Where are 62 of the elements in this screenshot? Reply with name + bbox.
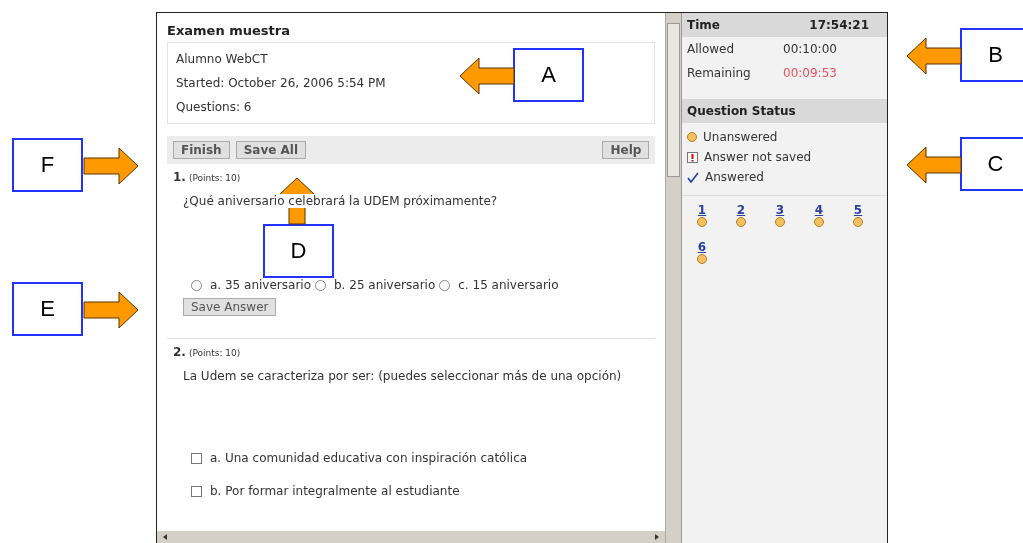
allowed-label: Allowed [687, 41, 736, 57]
time-label: Time [687, 18, 720, 32]
question-link[interactable]: 6 [697, 241, 707, 254]
callout-label: A [513, 48, 584, 102]
callout-label: B [960, 28, 1023, 82]
exclamation-icon [687, 151, 698, 163]
exam-title: Examen muestra [167, 23, 291, 38]
circle-icon [853, 217, 863, 227]
option-label: a. 35 aniversario [210, 278, 311, 292]
radio-button[interactable] [191, 279, 202, 291]
circle-icon [814, 217, 824, 227]
remaining-label: Remaining [687, 65, 752, 81]
checkbox[interactable] [191, 485, 202, 497]
question-points: (Points: 10) [188, 348, 241, 358]
checkbox[interactable] [191, 452, 202, 464]
remaining-time: 00:09:53 [783, 65, 837, 81]
block-arrow [906, 36, 962, 76]
option-label: b. Por formar integralmente al estudiante [210, 484, 460, 498]
toolbar-button[interactable]: Finish [173, 141, 230, 159]
callout-label: E [12, 282, 83, 336]
callout-label: D [263, 224, 334, 278]
question-link[interactable]: 2 [736, 204, 746, 217]
block-arrow [906, 145, 962, 185]
option-label: b. 25 aniversario [334, 278, 436, 292]
callout-label: F [12, 138, 83, 192]
option-label: a. Una comunidad educativa con inspiración católica [210, 451, 528, 465]
legend-label: Unanswered [703, 129, 778, 146]
block-arrow [459, 56, 515, 96]
question-number: 1. [173, 170, 186, 184]
toolbar-button[interactable]: Save All [235, 141, 307, 159]
checkmark-icon [687, 171, 699, 183]
block-arrow [83, 146, 139, 186]
horizontal-scrollbar[interactable] [157, 531, 666, 543]
question-link[interactable]: 1 [697, 204, 707, 217]
student-name: Alumno WebCT [176, 51, 268, 68]
current-time: 17:54:21 [809, 18, 869, 32]
save-answer-button[interactable]: Save Answer [183, 298, 277, 316]
status-heading: Question Status [682, 99, 887, 123]
question-link[interactable]: 4 [814, 204, 824, 217]
circle-icon [687, 132, 697, 142]
circle-icon [697, 217, 707, 227]
callout-label: C [960, 137, 1023, 191]
start-date: Started: October 26, 2006 5:54 PM [176, 75, 386, 92]
circle-icon [697, 254, 707, 264]
legend-label: Answered [705, 169, 764, 186]
legend-label: Answer not saved [704, 149, 812, 166]
radio-button[interactable] [315, 279, 326, 291]
radio-button[interactable] [439, 279, 451, 291]
vertical-scrollbar[interactable] [665, 13, 681, 543]
help-button[interactable]: Help [602, 141, 650, 159]
question-link[interactable]: 3 [775, 204, 785, 217]
question-text: ¿Qué aniversario celebrará la UDEM próximamente? [183, 194, 498, 208]
question-number: 2. [173, 345, 186, 359]
circle-icon [736, 217, 746, 227]
allowed-time: 00:10:00 [783, 41, 837, 57]
question-text: La Udem se caracteriza por ser: (puedes seleccionar más de una opción) [183, 369, 622, 383]
question-link[interactable]: 5 [853, 204, 863, 217]
question-count: Questions: 6 [176, 99, 252, 116]
block-arrow [83, 290, 139, 330]
circle-icon [775, 217, 785, 227]
option-label: c. 15 aniversario [458, 278, 559, 292]
question-points: (Points: 10) [188, 173, 241, 183]
